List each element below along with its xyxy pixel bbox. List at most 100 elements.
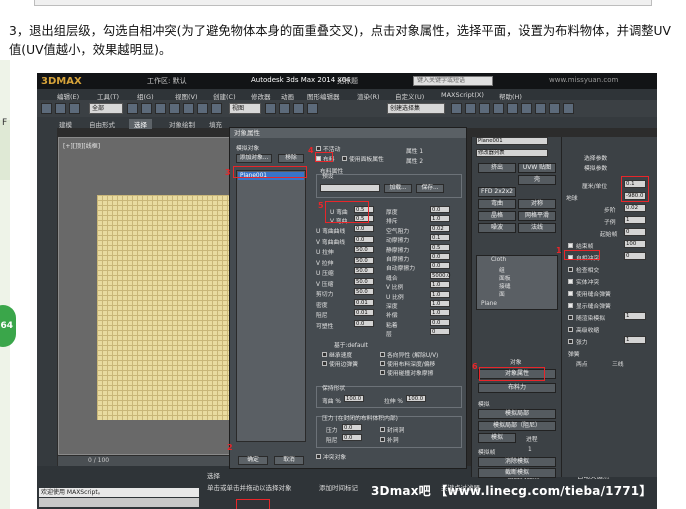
app-logo[interactable]: 3DMAX	[41, 76, 82, 87]
left-param-field[interactable]: 50.0	[354, 246, 374, 253]
preset-dropdown[interactable]	[320, 184, 380, 192]
redo-icon[interactable]	[55, 103, 66, 114]
bend-button[interactable]: 弯曲	[478, 199, 516, 209]
add-time-tag[interactable]: 添加时间标记	[319, 482, 358, 492]
render-icon[interactable]	[549, 103, 560, 114]
render-sim-checkbox[interactable]	[568, 315, 573, 320]
show-sewing-checkbox[interactable]	[568, 303, 573, 308]
shell-button[interactable]: 壳	[518, 175, 556, 185]
sim-objects-list[interactable]: Plane001	[236, 170, 306, 442]
cap-holes-checkbox[interactable]	[380, 427, 385, 432]
region-select-icon[interactable]	[155, 103, 166, 114]
right-param-field[interactable]: 5000.0	[430, 271, 451, 279]
curve-editor-icon[interactable]	[493, 103, 504, 114]
extrude-button[interactable]: 挤出	[478, 163, 516, 173]
link-icon[interactable]	[69, 103, 80, 114]
normal-button[interactable]: 法线	[518, 223, 556, 233]
left-param-field[interactable]: 50.0	[354, 267, 374, 274]
floating-badge[interactable]: 64	[0, 305, 16, 347]
step-field[interactable]: 0.02	[624, 204, 646, 212]
align-icon[interactable]	[465, 103, 476, 114]
stack-base-plane[interactable]: Plane	[481, 301, 497, 307]
symmetry-button[interactable]: 对称	[518, 199, 556, 209]
window-crossing-icon[interactable]	[169, 103, 180, 114]
left-param-field[interactable]: 0.0	[354, 225, 374, 232]
cloth-forces-button[interactable]: 布料力	[478, 383, 556, 393]
left-param-field[interactable]: 50.0	[354, 288, 374, 295]
workspace-label[interactable]: 工作区: 默认	[147, 76, 187, 86]
pressure-field[interactable]: 0.0	[342, 424, 362, 431]
truncate-simulation-button[interactable]: 截断模拟	[478, 468, 556, 478]
lattice-button[interactable]: 晶格	[478, 211, 516, 221]
remove-button[interactable]: 移除	[278, 154, 304, 163]
cloth-plane-object[interactable]	[97, 195, 247, 420]
stretch-pct-field[interactable]: 100.0	[406, 395, 426, 402]
simulation-params-header[interactable]: 模拟参数	[584, 163, 607, 172]
cloth-depth-checkbox[interactable]	[380, 361, 385, 366]
solid-collision-checkbox[interactable]	[568, 279, 573, 284]
left-param-field[interactable]: 50.0	[354, 277, 374, 285]
left-param-field[interactable]: 0.0	[354, 319, 374, 327]
radio-three-line[interactable]: 三线	[612, 359, 624, 368]
angle-snap-icon[interactable]	[293, 103, 304, 114]
viewport-label[interactable]: [+][顶][线框]	[63, 141, 100, 150]
left-param-field[interactable]: 0.01	[354, 298, 374, 306]
right-param-field[interactable]: 0	[430, 328, 450, 336]
start-frame-field[interactable]: 0	[624, 228, 646, 236]
tension-checkbox[interactable]	[568, 339, 573, 344]
save-button[interactable]: 保存...	[416, 184, 444, 193]
ffd-button[interactable]: FFD 2x2x2	[478, 187, 516, 197]
tab-object-paint[interactable]: 对象绘制	[169, 119, 195, 129]
right-param-field[interactable]: 0.0	[430, 253, 450, 260]
selection-filter-dropdown[interactable]: 全部	[89, 103, 123, 114]
right-param-field[interactable]: 0.0	[430, 318, 450, 326]
stack-cloth[interactable]: Cloth	[491, 257, 506, 263]
end-frame-checkbox[interactable]	[568, 243, 573, 248]
bend-pct-field[interactable]: 100.0	[344, 395, 364, 402]
tab-modeling[interactable]: 建模	[59, 119, 72, 129]
maxscript-output[interactable]	[39, 498, 199, 507]
mirror-icon[interactable]	[451, 103, 462, 114]
track-volume-checkbox[interactable]	[380, 437, 385, 442]
pivot-icon[interactable]	[265, 103, 276, 114]
snap-icon[interactable]	[279, 103, 290, 114]
damping-field[interactable]: 0.0	[342, 434, 362, 441]
right-param-field[interactable]: 1.0	[430, 309, 450, 317]
radio-two-point[interactable]: 两点	[576, 359, 588, 368]
simulate-local-damped-button[interactable]: 模拟局部（阻尼）	[478, 421, 556, 431]
left-param-field[interactable]: 50.0	[354, 256, 374, 264]
simulate-button[interactable]: 模拟	[478, 433, 516, 443]
right-param-field[interactable]: 0.1	[430, 234, 450, 242]
render-frame-icon[interactable]	[563, 103, 574, 114]
scale-icon[interactable]	[211, 103, 222, 114]
render-sim-field[interactable]: 1	[624, 312, 646, 320]
self-collision-field[interactable]: 0	[624, 252, 646, 260]
subsample-field[interactable]: 1	[624, 216, 646, 224]
select-by-name-icon[interactable]	[141, 103, 152, 114]
right-param-field[interactable]: 1.0	[430, 300, 450, 307]
right-param-field[interactable]: 1.0	[430, 281, 450, 289]
adv-tearing-checkbox[interactable]	[568, 327, 573, 332]
selection-params-header[interactable]: 选择参数	[584, 153, 607, 162]
material-editor-icon[interactable]	[521, 103, 532, 114]
right-param-field[interactable]: 0.5	[430, 243, 450, 251]
noise-button[interactable]: 噪波	[478, 223, 516, 233]
search-input[interactable]: 键入关键字或短语	[413, 76, 493, 86]
left-param-field[interactable]: 0.01	[354, 309, 374, 316]
menu-maxscript[interactable]: MAXScript(X)	[441, 91, 484, 99]
end-frame-field[interactable]: 100	[624, 240, 646, 248]
right-param-field[interactable]: 0.02	[430, 224, 450, 232]
inactive-radio[interactable]	[316, 146, 321, 151]
uvw-map-button[interactable]: UVW 贴图	[518, 163, 556, 173]
move-icon[interactable]	[183, 103, 194, 114]
right-param-field[interactable]: 0.0	[430, 206, 450, 213]
tension-field[interactable]: 1	[624, 336, 646, 344]
maxscript-listener[interactable]: 欢迎使用 MAXScript。	[39, 488, 199, 497]
check-intersection-checkbox[interactable]	[568, 267, 573, 272]
reference-coord-dropdown[interactable]: 视图	[229, 103, 261, 114]
modifier-stack[interactable]: Cloth 组 面板 接缝 面 Plane	[476, 255, 558, 310]
percent-snap-icon[interactable]	[307, 103, 318, 114]
progress-checkbox[interactable]: 进程	[526, 434, 538, 443]
undo-icon[interactable]	[41, 103, 52, 114]
meshsmooth-button[interactable]: 网格平滑	[518, 211, 556, 221]
